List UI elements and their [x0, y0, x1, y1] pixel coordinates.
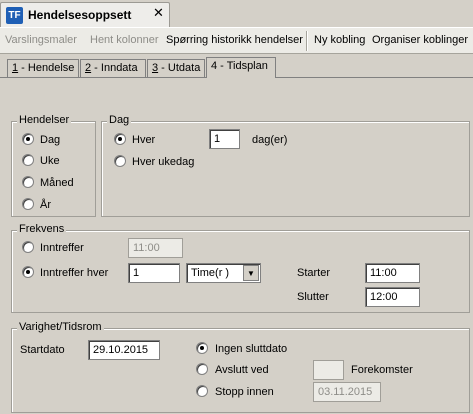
time-unit-select[interactable]: Time(r ) ▼ [186, 263, 261, 283]
sporring-historikk-button[interactable]: Spørring historikk hendelser [166, 34, 303, 46]
toolbar-separator [306, 31, 308, 51]
label-startdato: Startdato [20, 344, 65, 356]
varslingsmaler-button[interactable]: Varslingsmaler [5, 34, 77, 46]
organiser-koblinger-button[interactable]: Organiser koblinger [372, 34, 468, 46]
radio-ingen-sluttdato[interactable] [196, 342, 208, 354]
label-inntreffer: Inntreffer [40, 242, 84, 254]
inntreffer-time-input[interactable]: 11:00 [128, 238, 183, 258]
forekomster-input[interactable] [313, 360, 344, 380]
slutter-input[interactable]: 12:00 [365, 287, 420, 307]
tab-utdata-label: - Utdata [158, 62, 201, 74]
label-stopp-innen: Stopp innen [215, 386, 274, 398]
label-hver: Hver [132, 134, 156, 146]
stopp-innen-date-input[interactable]: 03.11.2015 [313, 382, 381, 402]
label-starter: Starter [297, 267, 331, 279]
label-avslutt-ved: Avslutt ved [215, 364, 269, 376]
label-slutter: Slutter [297, 291, 329, 303]
label-dag: Dag [40, 134, 61, 146]
label-ingen-sluttdato: Ingen sluttdato [215, 343, 288, 355]
hver-days-input[interactable]: 1 [209, 129, 240, 149]
app-logo-icon: TF [6, 7, 23, 24]
label-forekomster: Forekomster [351, 364, 413, 376]
inntreffer-hver-input[interactable]: 1 [128, 263, 180, 283]
frekvens-legend: Frekvens [17, 223, 67, 235]
tab-hendelse-label: - Hendelse [18, 62, 75, 74]
radio-dag[interactable] [22, 133, 34, 145]
radio-stopp-innen[interactable] [196, 385, 208, 397]
startdato-input[interactable]: 29.10.2015 [88, 340, 160, 360]
tab-tidsplan-label: 4 - Tidsplan [211, 60, 268, 72]
radio-ar[interactable] [22, 198, 34, 210]
label-dager: dag(er) [252, 134, 288, 146]
hent-kolonner-button[interactable]: Hent kolonner [90, 34, 159, 46]
radio-hver[interactable] [114, 133, 126, 145]
radio-uke[interactable] [22, 154, 34, 166]
label-hver-ukedag: Hver ukedag [132, 156, 195, 168]
radio-inntreffer[interactable] [22, 241, 34, 253]
tab-inndata-label: - Inndata [91, 62, 138, 74]
label-inntreffer-hver: Inntreffer hver [40, 267, 109, 279]
chevron-down-icon[interactable]: ▼ [243, 265, 259, 281]
tab-utdata[interactable]: 3 - Utdata [147, 59, 205, 77]
hendelser-legend: Hendelser [17, 114, 72, 126]
tab-tidsplan[interactable]: 4 - Tidsplan [206, 57, 276, 78]
dag-legend: Dag [107, 114, 132, 126]
label-ar: År [40, 199, 51, 211]
close-icon[interactable]: ✕ [153, 6, 164, 20]
label-uke: Uke [40, 155, 60, 167]
document-tab[interactable]: TF Hendelsesoppsett ✕ [0, 2, 170, 27]
radio-hver-ukedag[interactable] [114, 155, 126, 167]
varighet-legend: Varighet/Tidsrom [17, 321, 104, 333]
toolbar: Varslingsmaler Hent kolonner Spørring hi… [0, 27, 473, 54]
radio-inntreffer-hver[interactable] [22, 266, 34, 278]
tab-hendelse[interactable]: 1 - Hendelse [7, 59, 79, 77]
starter-input[interactable]: 11:00 [365, 263, 420, 283]
label-maned: Måned [40, 177, 74, 189]
radio-avslutt-ved[interactable] [196, 363, 208, 375]
time-unit-value: Time(r ) [191, 267, 230, 279]
tab-inndata[interactable]: 2 - Inndata [80, 59, 146, 77]
document-title: Hendelsesoppsett [28, 8, 132, 22]
radio-maned[interactable] [22, 176, 34, 188]
ny-kobling-button[interactable]: Ny kobling [314, 34, 365, 46]
